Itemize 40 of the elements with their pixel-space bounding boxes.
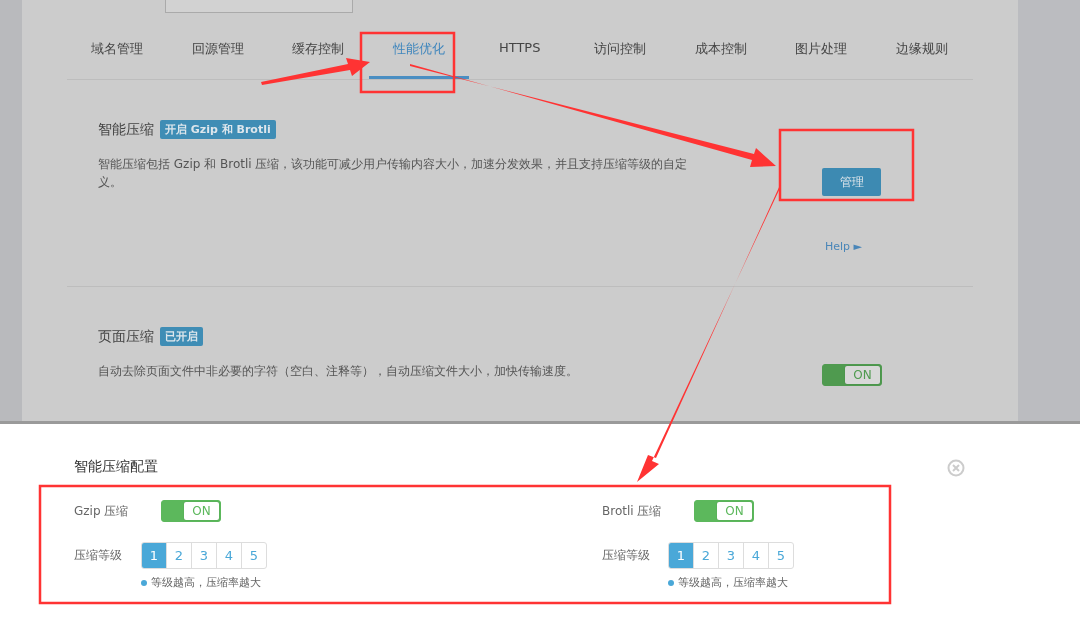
help-link[interactable]: Help ► bbox=[825, 240, 863, 253]
level-option[interactable]: 5 bbox=[768, 543, 793, 568]
toggle-switch[interactable]: ON bbox=[694, 500, 754, 522]
section-description: 智能压缩包括 Gzip 和 Brotli 压缩，该功能可减少用户传输内容大小，加速分发效果，并且支持压缩等级的自定义。 bbox=[98, 156, 689, 191]
level-option[interactable]: 4 bbox=[743, 543, 768, 568]
level-option[interactable]: 3 bbox=[718, 543, 743, 568]
status-badge: 开启 Gzip 和 Brotli bbox=[160, 120, 276, 139]
tab[interactable]: 边缘规则 bbox=[871, 13, 973, 79]
hint-text: 等级越高，压缩率越大 bbox=[678, 575, 788, 590]
toggle-switch[interactable]: ON bbox=[161, 500, 221, 522]
hint-text: 等级越高，压缩率越大 bbox=[151, 575, 261, 590]
level-option[interactable]: 1 bbox=[142, 543, 166, 568]
section-description: 自动去除页面文件中非必要的字符（空白、注释等），自动压缩文件大小，加快传输速度。 bbox=[98, 363, 579, 380]
level-option[interactable]: 1 bbox=[669, 543, 693, 568]
level-option[interactable]: 4 bbox=[216, 543, 241, 568]
section-title: 页面压缩 bbox=[98, 327, 154, 346]
close-icon[interactable] bbox=[947, 459, 965, 477]
bullet-icon bbox=[141, 579, 147, 586]
status-badge: 已开启 bbox=[160, 327, 203, 346]
tab[interactable]: HTTPS bbox=[469, 13, 570, 79]
setting-label: 压缩等级 bbox=[602, 547, 651, 564]
level-option[interactable]: 5 bbox=[241, 543, 266, 568]
dialog-title: 智能压缩配置 bbox=[74, 458, 158, 476]
setting-label: Gzip 压缩 bbox=[74, 502, 130, 520]
level-option[interactable]: 2 bbox=[166, 543, 191, 568]
tab[interactable]: 成本控制 bbox=[670, 13, 772, 79]
dropdown-field[interactable] bbox=[165, 0, 353, 13]
setting-label: 压缩等级 bbox=[74, 547, 123, 564]
tab[interactable]: 域名管理 bbox=[67, 13, 168, 79]
level-option[interactable]: 3 bbox=[191, 543, 216, 568]
tab[interactable]: 回源管理 bbox=[167, 13, 269, 79]
toggle-switch[interactable]: ON bbox=[822, 364, 882, 386]
tab[interactable]: 图片处理 bbox=[771, 13, 872, 79]
manage-button[interactable]: 管理 bbox=[822, 168, 881, 196]
setting-label: Brotli 压缩 bbox=[602, 502, 663, 520]
tab[interactable]: 访问控制 bbox=[569, 13, 671, 79]
bullet-icon bbox=[668, 579, 674, 586]
level-option[interactable]: 2 bbox=[693, 543, 718, 568]
tab[interactable]: 缓存控制 bbox=[268, 13, 369, 79]
section-title: 智能压缩 bbox=[98, 120, 154, 139]
